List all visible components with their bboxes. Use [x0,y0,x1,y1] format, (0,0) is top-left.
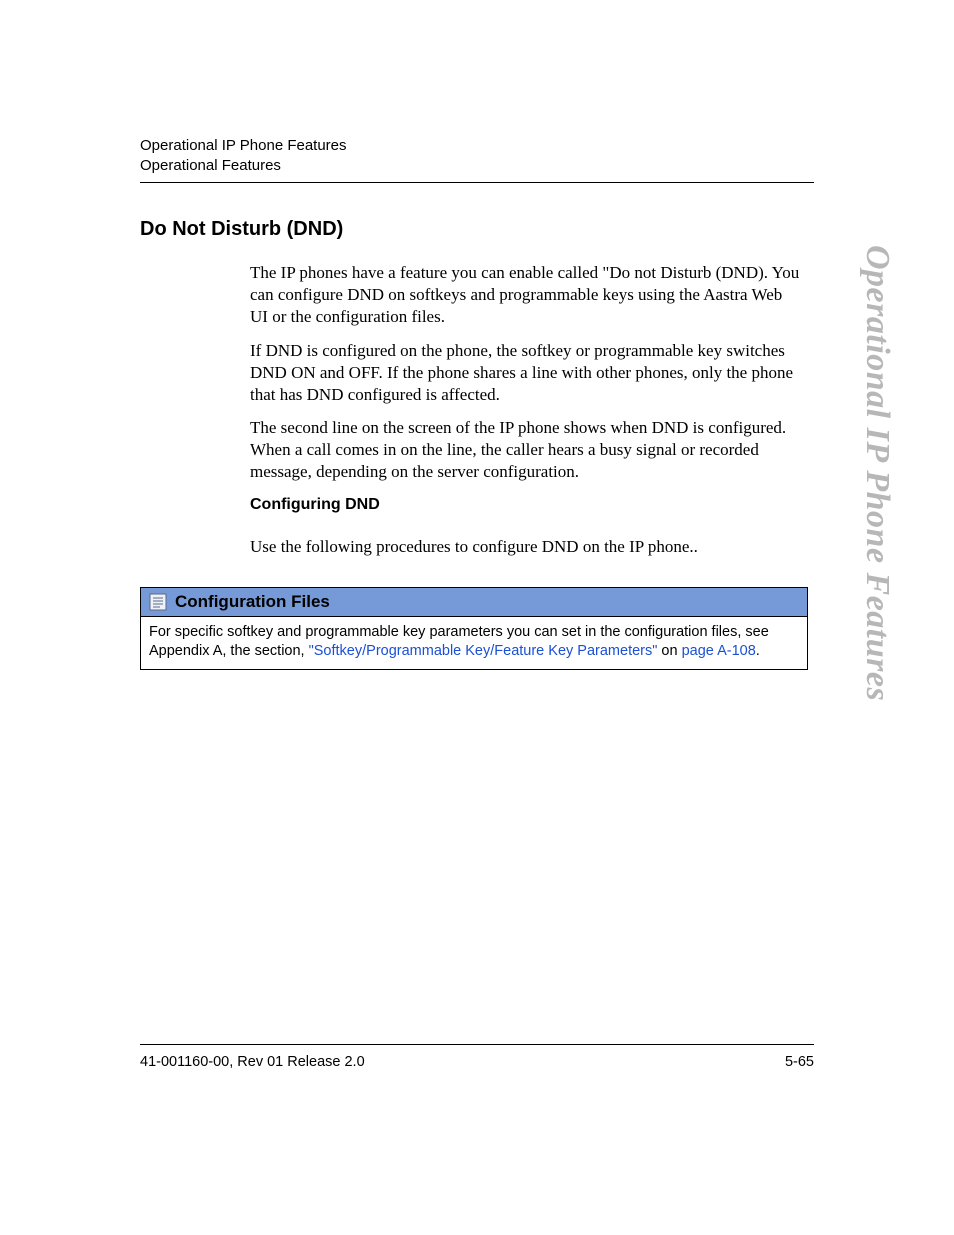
footer-rule [140,1044,814,1045]
header-line-2: Operational Features [140,156,814,176]
paragraph-4: Use the following procedures to configur… [250,536,802,558]
config-body-mid: on [657,643,681,659]
paragraph-1: The IP phones have a feature you can ena… [250,262,802,327]
footer-page-number: 5-65 [785,1054,814,1070]
config-files-box: Configuration Files For specific softkey… [140,587,808,670]
document-icon [149,593,167,611]
paragraph-2: If DND is configured on the phone, the s… [250,340,802,405]
config-body-post: . [756,643,760,659]
paragraph-3: The second line on the screen of the IP … [250,417,802,482]
section-heading: Do Not Disturb (DND) [140,218,343,241]
header-rule [140,182,814,183]
config-files-body: For specific softkey and programmable ke… [141,617,807,669]
side-tab-label: Operational IP Phone Features [858,245,896,701]
config-files-title: Configuration Files [175,592,330,612]
page: Operational IP Phone Features Operationa… [0,0,954,1235]
running-header: Operational IP Phone Features Operationa… [140,136,814,177]
header-line-1: Operational IP Phone Features [140,136,814,156]
sub-heading: Configuring DND [250,496,380,514]
config-files-titlebar: Configuration Files [141,588,807,617]
config-link-page[interactable]: page A-108 [682,643,756,659]
footer-left: 41-001160-00, Rev 01 Release 2.0 [140,1054,365,1070]
config-link-parameters[interactable]: "Softkey/Programmable Key/Feature Key Pa… [309,643,658,659]
